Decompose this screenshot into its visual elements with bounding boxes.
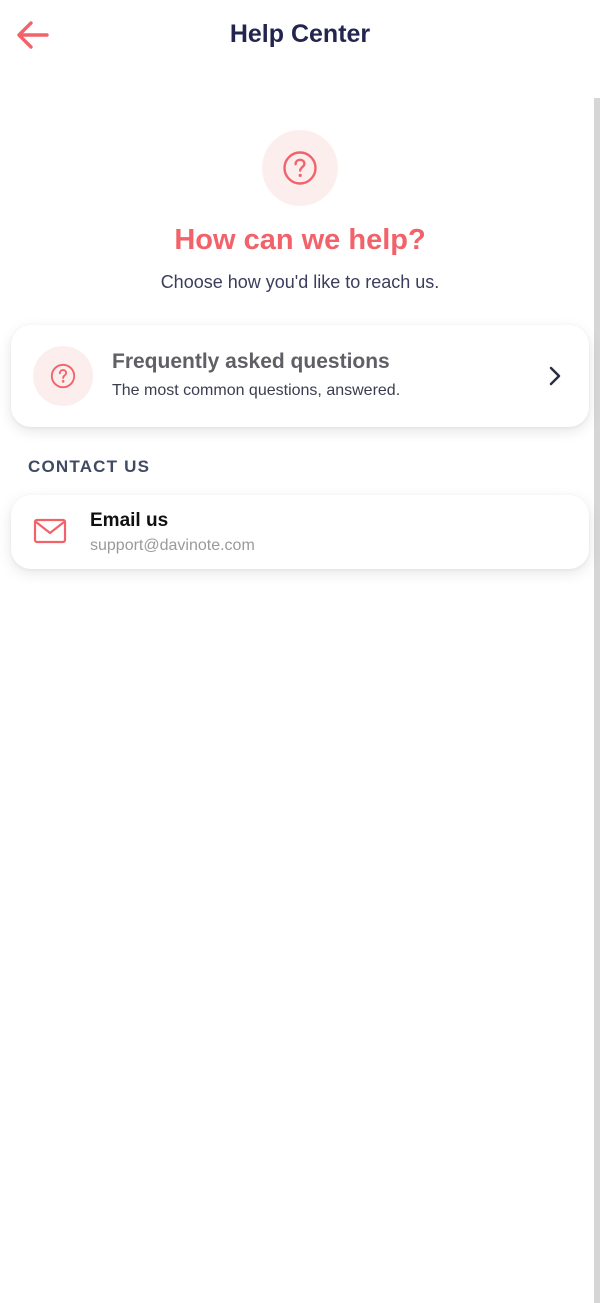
question-circle-icon: [283, 151, 317, 185]
hero-icon-badge: [262, 130, 338, 206]
contact-section-label: CONTACT US: [28, 457, 151, 476]
help-center-screen: Help Center How can we help? Choose how …: [0, 0, 600, 1303]
header-bar: Help Center: [0, 0, 600, 70]
email-address: support@davinote.com: [90, 537, 255, 554]
faq-subtitle: The most common questions, answered.: [112, 382, 401, 399]
faq-card[interactable]: Frequently asked questions The most comm…: [11, 325, 589, 427]
hero-subtitle: Choose how you'd like to reach us.: [160, 272, 440, 292]
email-us-title: Email us: [90, 510, 169, 531]
email-us-card[interactable]: Email us support@davinote.com: [11, 495, 589, 569]
chevron-right-icon: [547, 365, 563, 387]
hero-title: How can we help?: [174, 224, 426, 256]
faq-icon-badge: [33, 346, 93, 406]
page-title: Help Center: [229, 20, 371, 48]
faq-title: Frequently asked questions: [112, 350, 390, 373]
question-circle-icon: [50, 363, 76, 389]
mail-icon: [33, 518, 67, 544]
